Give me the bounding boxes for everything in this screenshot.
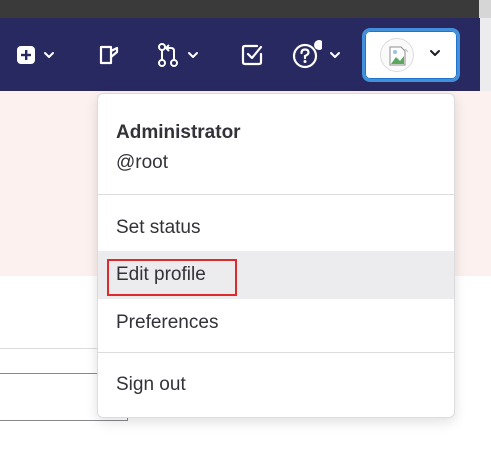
merge-request-icon	[156, 42, 180, 68]
chevron-down-icon	[328, 48, 342, 62]
menu-item-edit-profile[interactable]: Edit profile	[98, 251, 454, 299]
menu-divider	[98, 352, 454, 353]
todos-button[interactable]	[240, 18, 264, 91]
menu-divider	[98, 194, 454, 195]
menu-item-preferences[interactable]: Preferences	[98, 299, 454, 347]
menu-item-sign-out[interactable]: Sign out	[98, 361, 454, 409]
user-display-name: Administrator	[116, 122, 241, 143]
user-menu-button[interactable]	[362, 28, 460, 82]
broken-image-icon	[389, 46, 409, 66]
plus-square-icon	[16, 45, 36, 65]
help-icon	[292, 39, 322, 70]
code-review-button[interactable]	[97, 18, 121, 91]
user-username: @root	[116, 152, 169, 173]
scrollbar-top	[479, 0, 491, 18]
todo-check-icon	[240, 43, 264, 67]
merge-requests-dropdown[interactable]	[156, 18, 200, 91]
divider	[0, 348, 100, 349]
chevron-down-icon	[42, 48, 56, 62]
notification-dot	[314, 39, 322, 50]
navbar-edge	[480, 18, 491, 91]
menu-item-set-status[interactable]: Set status	[98, 204, 454, 252]
user-dropdown-menu: Administrator @root Set status Edit prof…	[97, 93, 455, 418]
help-dropdown[interactable]	[292, 18, 342, 91]
create-new-dropdown[interactable]	[16, 18, 56, 91]
avatar	[380, 38, 414, 72]
chevron-down-icon	[428, 46, 442, 65]
browser-top-strip	[0, 0, 491, 18]
code-review-icon	[97, 43, 121, 67]
chevron-down-icon	[186, 48, 200, 62]
